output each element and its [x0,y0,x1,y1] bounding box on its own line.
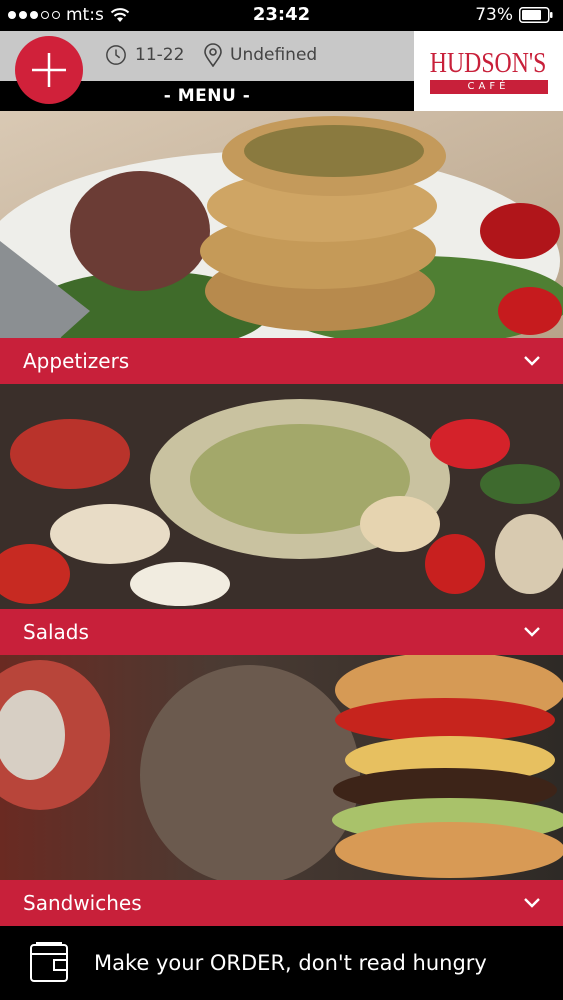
add-button[interactable] [15,36,83,104]
plus-icon [32,53,66,87]
salads-photo [0,384,563,609]
hours-text: 11-22 [135,45,185,65]
battery-percentage: 73% [475,5,513,25]
clock-icon [106,45,126,65]
sandwiches-photo [0,655,563,880]
appetizers-photo [0,111,563,338]
category-bar[interactable]: Appetizers [0,338,563,384]
category-label: Salads [23,620,89,644]
logo-sub-text: CAFÉ [429,80,548,94]
wallet-icon [30,942,68,982]
footer-text: Make your ORDER, don't read hungry [94,951,487,975]
logo-main-text: HUDSON'S [430,47,547,79]
category-sandwiches[interactable]: Sandwiches [0,655,563,926]
location-pin-icon [204,43,222,67]
status-right: 73% [475,5,553,25]
chevron-down-icon [524,627,540,637]
location[interactable]: Undefined [202,43,317,67]
order-footer[interactable]: Make your ORDER, don't read hungry [0,926,563,1000]
hudsons-cafe-logo[interactable]: HUDSON'S CAFÉ [414,31,563,111]
location-text: Undefined [230,45,318,65]
category-label: Appetizers [23,349,130,373]
chevron-down-icon [524,356,540,366]
category-bar[interactable]: Sandwiches [0,880,563,926]
status-bar: mt:s 23:42 73% [0,0,563,31]
category-salads[interactable]: Salads [0,384,563,655]
category-appetizers[interactable]: Appetizers [0,111,563,384]
battery-icon [519,7,553,23]
category-bar[interactable]: Salads [0,609,563,655]
chevron-down-icon [524,898,540,908]
category-label: Sandwiches [23,891,142,915]
opening-hours: 11-22 [105,43,184,67]
